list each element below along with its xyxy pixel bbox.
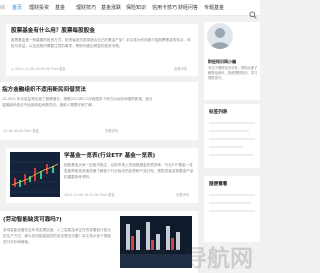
nav-item-tips[interactable]: 理财技巧 bbox=[76, 4, 96, 12]
post-date: 2023-12-08 15:39:40 bbox=[14, 67, 50, 71]
site-logo[interactable]: 综 bbox=[0, 3, 8, 13]
nav-item-fund[interactable]: 基金 bbox=[55, 4, 65, 12]
post-title[interactable]: 学基金一览表(行业ETF 基金一览表) bbox=[64, 152, 196, 160]
post-meta: ◷ 2023-12-08 15:39:40 Post 基金 bbox=[11, 67, 66, 72]
post-views: Post bbox=[51, 67, 58, 71]
post-tag[interactable]: 基金 bbox=[32, 129, 39, 133]
read-more-link[interactable]: 查看详情 bbox=[174, 67, 187, 72]
post-title[interactable]: (劳动智能缺货可靠吗?) bbox=[3, 216, 113, 224]
avatar[interactable] bbox=[207, 23, 233, 49]
read-more-link[interactable]: 查看详情 bbox=[176, 193, 189, 198]
post-views: Post bbox=[24, 129, 32, 133]
post-meta: 2023-12-08 15:32:01 Post 基金 bbox=[64, 193, 115, 198]
post-summary: 劳动智能设备在近年来发展迅速，人工智能技术正在改变着各行各业的生产方式，那么劳动… bbox=[3, 228, 111, 244]
post-summary: 指数基金大家一定都不陌生，目前市场上的指数基金有很多种，行业ETF基金一览表能帮… bbox=[64, 163, 194, 179]
nav-item-fund-change[interactable]: 基金涨跌 bbox=[101, 4, 121, 12]
widget-title-random: 随便看看 bbox=[209, 182, 228, 187]
author-name[interactable]: 财经知识网小编 bbox=[208, 58, 236, 65]
post-card[interactable]: 学基金一览表(行业ETF 基金一览表) 指数基金大家一定都不陌生，目前市场上的指… bbox=[6, 148, 198, 203]
tag-list-row[interactable] bbox=[209, 130, 249, 132]
random-post-row[interactable] bbox=[209, 202, 251, 204]
post-thumbnail[interactable] bbox=[10, 152, 60, 197]
tag-list-row[interactable] bbox=[209, 138, 255, 140]
widget-title-tags: 标签列表 bbox=[209, 110, 228, 115]
watermark: 0401导航网 bbox=[120, 246, 254, 272]
post-date: 2023-12-08 15:32:01 bbox=[64, 193, 100, 197]
tag-list-row[interactable] bbox=[209, 146, 243, 148]
post-title[interactable]: 指方金融组织不适用新民间借贷法 bbox=[2, 86, 162, 94]
read-more-link[interactable]: 查看详情 bbox=[105, 129, 118, 134]
nav-item-home[interactable]: 首页 bbox=[12, 4, 22, 12]
search-icon[interactable] bbox=[249, 4, 257, 19]
post-summary: 12.45% 年化收益率实现了稳健增长，随着2023年12月我国多个地方出台民间… bbox=[2, 97, 153, 107]
post-tag[interactable]: 基金 bbox=[108, 193, 115, 197]
post-meta: -12-08 40:00 Post 基金 bbox=[2, 129, 39, 134]
random-post-row[interactable] bbox=[209, 194, 255, 196]
nav-item-investment[interactable]: 理财投资 bbox=[29, 4, 49, 12]
nav-item-finance-qa[interactable]: 财经问答 bbox=[178, 4, 198, 12]
post-card[interactable]: 股票基金有什么用？股票每股股金 股票基金是一种重要的投资方式，投资者如何选择适合… bbox=[6, 24, 198, 76]
nav-item-insurance[interactable]: 保险知识 bbox=[126, 4, 146, 12]
post-date: -12-08 40:00 bbox=[2, 129, 24, 133]
post-title[interactable]: 股票基金有什么用？股票每股股金 bbox=[11, 27, 191, 35]
nav-item-special-fund[interactable]: 专题基金 bbox=[204, 4, 224, 12]
post-views: Post bbox=[100, 193, 107, 197]
random-post-row[interactable] bbox=[209, 210, 255, 212]
tag-list-row[interactable] bbox=[209, 122, 255, 124]
post-summary: 股票基金是一种重要的投资方式，投资者如何选择适合自己的基金产品？本文将为你详细介… bbox=[11, 38, 191, 48]
tag-list-row[interactable] bbox=[209, 154, 253, 156]
post-tag[interactable]: 基金 bbox=[59, 67, 66, 71]
clock-icon: ◷ bbox=[11, 67, 14, 71]
post-card[interactable]: 指方金融组织不适用新民间借贷法 12.45% 年化收益率实现了稳健增长，随着20… bbox=[0, 82, 198, 140]
author-desc: 专注于理财知识分享，帮助大家了解财经资讯，投资理财知识、学习理财技巧。 bbox=[208, 66, 258, 80]
nav-item-credit-card[interactable]: 信用卡技巧 bbox=[152, 4, 177, 12]
top-navbar: 综 首页 理财投资 基金 理财技巧 基金涨跌 保险知识 信用卡技巧 财经问答 专… bbox=[0, 0, 260, 19]
